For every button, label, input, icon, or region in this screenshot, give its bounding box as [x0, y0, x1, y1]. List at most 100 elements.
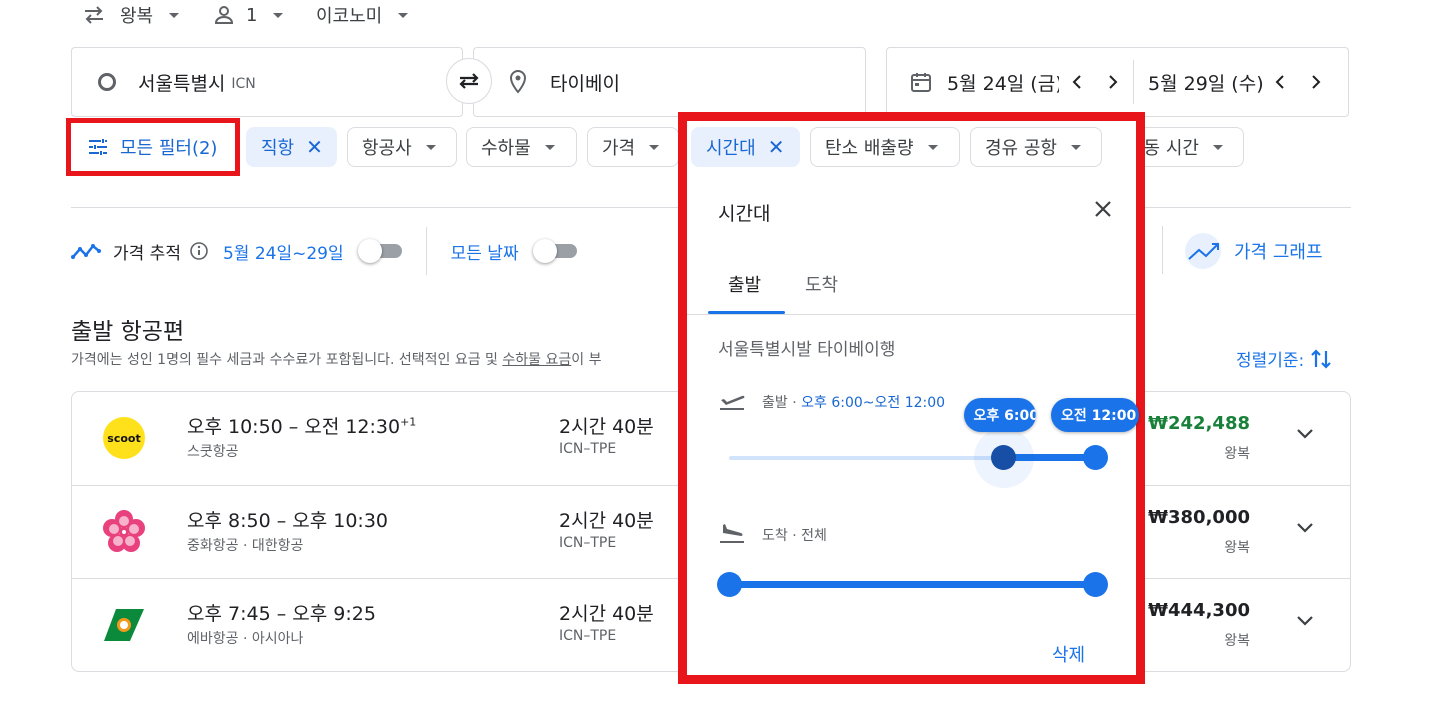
- return-date[interactable]: 5월 29일 (수): [1148, 69, 1264, 96]
- destination-city: 타이베이: [550, 72, 620, 95]
- chip-label: 시간대: [706, 138, 756, 159]
- chevron-down-icon: [273, 12, 284, 18]
- price-type: 왕복: [1224, 540, 1250, 556]
- svg-text:scoot: scoot: [107, 432, 140, 445]
- tracking-dates: 5월 24일~29일: [222, 243, 344, 264]
- chip-price[interactable]: 가격: [587, 127, 679, 167]
- chip-label: 탄소 배출량: [825, 138, 914, 159]
- track-dates-toggle[interactable]: [357, 238, 402, 264]
- tracking-divider: [425, 227, 427, 275]
- price-tracking-label: 가격 추적: [113, 243, 181, 264]
- chip-bags[interactable]: 수하물: [466, 127, 577, 167]
- departure-label-text: 출발 ·: [762, 395, 802, 411]
- price-note-tail: 이 부: [571, 352, 602, 368]
- any-dates-toggle[interactable]: [532, 238, 577, 264]
- origin-input[interactable]: 서울특별시 ICN: [71, 47, 463, 117]
- price-note: 가격에는 성인 1명의 필수 세금과 수수료가 포함됩니다. 선택적인 요금 및…: [71, 349, 691, 369]
- calendar-icon: [911, 73, 931, 92]
- arrival-min-thumb[interactable]: [716, 572, 742, 597]
- chip-times[interactable]: 시간대 ✕: [691, 127, 800, 167]
- info-icon[interactable]: [189, 241, 209, 261]
- chevron-down-icon: [927, 144, 938, 150]
- chip-label: 가격: [602, 138, 636, 159]
- close-icon[interactable]: [1093, 199, 1113, 219]
- close-icon[interactable]: ✕: [768, 135, 785, 159]
- chip-label: 수하물: [481, 138, 531, 159]
- any-dates-label: 모든 날짜: [450, 243, 519, 264]
- chevron-left-icon[interactable]: [1071, 74, 1083, 90]
- airline-name: 에바항공 · 아시아나: [187, 631, 304, 647]
- departure-max-bubble: 오전 12:00: [1051, 398, 1139, 432]
- chevron-down-icon[interactable]: [1296, 522, 1314, 534]
- chip-airline[interactable]: 항공사: [347, 127, 457, 167]
- sort-button[interactable]: 정렬기준:: [1236, 346, 1332, 371]
- chevron-down-icon: [1212, 144, 1223, 150]
- cabin-class-select[interactable]: 이코노미: [316, 0, 409, 30]
- results-heading: 출발 항공편: [71, 319, 185, 345]
- price-graph-button[interactable]: 가격 그래프: [1184, 232, 1323, 270]
- trending-line-icon: [71, 244, 101, 259]
- departure-max-thumb[interactable]: [1082, 445, 1108, 470]
- tab-departure[interactable]: 출발: [728, 271, 761, 297]
- chip-label: 항공사: [362, 138, 412, 159]
- price-graph-icon: [1185, 233, 1221, 269]
- price-note-text: 가격에는 성인 1명의 필수 세금과 수수료가 포함됩니다. 선택적인 요금 및: [71, 352, 503, 368]
- chip-nonstop[interactable]: 직항 ✕: [246, 127, 337, 167]
- route-subtitle: 서울특별시발 타이베이행: [718, 340, 896, 360]
- chevron-down-icon: [544, 144, 555, 150]
- takeoff-icon: [720, 395, 745, 410]
- trip-type-select[interactable]: 왕복: [82, 0, 180, 30]
- arrival-slider-fill: [729, 581, 1095, 588]
- panel-title: 시간대: [718, 203, 771, 225]
- chevron-right-icon[interactable]: [1107, 74, 1119, 90]
- location-pin-icon: [509, 69, 527, 94]
- tab-arrival[interactable]: 도착: [805, 271, 838, 297]
- flight-times: 오후 8:50 – 오후 10:30: [187, 506, 388, 533]
- times-filter-panel: 시간대 출발 도착 서울특별시발 타이베이행 출발 · 오후 6:00~오전 1…: [678, 112, 1145, 684]
- chevron-down-icon[interactable]: [1296, 615, 1314, 627]
- chevron-down-icon[interactable]: [1296, 428, 1314, 440]
- swap-horizontal-icon: [459, 73, 479, 89]
- chevron-down-icon: [649, 144, 660, 150]
- destination-input[interactable]: 타이베이: [473, 47, 866, 117]
- departure-min-bubble: 오후 6:00: [963, 398, 1036, 432]
- flight-duration: 2시간 40분: [559, 603, 654, 625]
- passenger-select[interactable]: 1: [214, 0, 284, 30]
- flight-duration: 2시간 40분: [559, 416, 654, 438]
- arrival-max-thumb[interactable]: [1082, 572, 1108, 597]
- flight-time-text: 오후 8:50 – 오후 10:30: [187, 510, 388, 532]
- departure-range-text: 오후 6:00~오전 12:00: [801, 395, 946, 411]
- swap-locations-button[interactable]: [446, 58, 492, 104]
- close-icon[interactable]: ✕: [306, 135, 323, 159]
- chevron-down-icon: [169, 12, 180, 18]
- delete-button[interactable]: 삭제: [1052, 641, 1085, 667]
- scoot-logo: scoot: [103, 417, 145, 459]
- flight-route: ICN–TPE: [559, 535, 617, 551]
- all-filters-button[interactable]: 모든 필터(2): [74, 127, 232, 167]
- tab-divider: [687, 314, 1136, 315]
- chip-emissions[interactable]: 탄소 배출량: [810, 127, 960, 167]
- chip-label: 경유 공항: [985, 138, 1057, 159]
- trip-type-label: 왕복: [120, 6, 154, 27]
- next-day-indicator: +1: [400, 415, 417, 429]
- flight-price: ₩444,300: [1148, 600, 1250, 621]
- chevron-down-icon: [398, 12, 409, 18]
- date-divider: [1133, 60, 1134, 104]
- origin-city: 서울특별시: [138, 72, 226, 95]
- flight-price: ₩380,000: [1148, 507, 1250, 528]
- all-filters-label: 모든 필터(2): [120, 138, 218, 159]
- origin-circle-icon: [98, 73, 116, 91]
- graph-divider: [1162, 226, 1163, 274]
- departure-min-thumb[interactable]: [991, 445, 1016, 470]
- depart-date[interactable]: 5월 24일 (금): [947, 69, 1059, 96]
- chevron-left-icon[interactable]: [1274, 74, 1286, 90]
- date-range-input[interactable]: 5월 24일 (금) 5월 29일 (수): [886, 47, 1349, 117]
- cabin-class-label: 이코노미: [316, 6, 383, 27]
- tune-sliders-icon: [89, 139, 107, 155]
- chip-connecting-airports[interactable]: 경유 공항: [970, 127, 1102, 167]
- bag-fees-link[interactable]: 수하물 요금: [502, 352, 571, 368]
- price-type: 왕복: [1224, 633, 1250, 649]
- chevron-right-icon[interactable]: [1310, 74, 1322, 90]
- flight-time-text: 오후 7:45 – 오후 9:25: [187, 603, 376, 625]
- flight-times: 오후 10:50 – 오전 12:30+1: [187, 412, 416, 439]
